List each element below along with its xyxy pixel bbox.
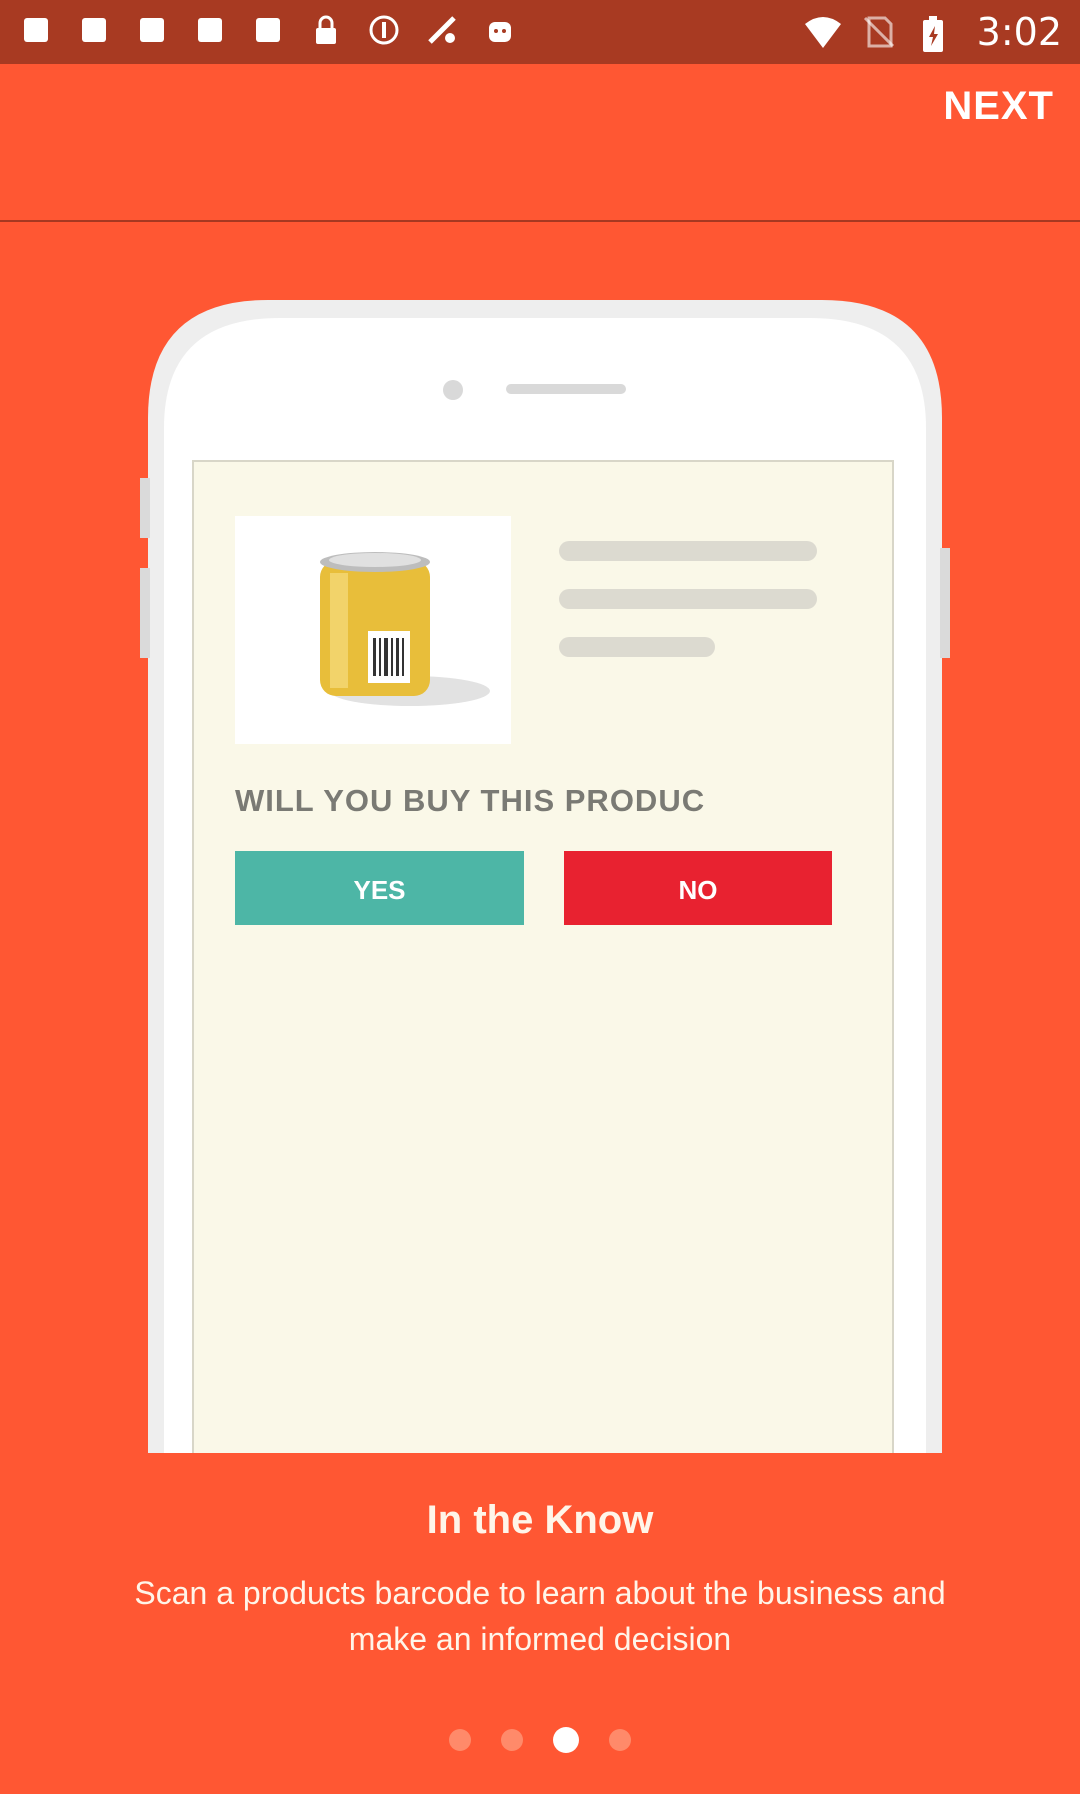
- yes-label: YES: [353, 875, 405, 905]
- speaker: [506, 384, 626, 394]
- notification-icon: [192, 12, 228, 48]
- notification-icon: [134, 12, 170, 48]
- onboarding-description: Scan a products barcode to learn about t…: [134, 1575, 946, 1657]
- status-time: 3:02: [976, 10, 1062, 54]
- privacy-icon: [366, 12, 402, 48]
- page-dot[interactable]: [501, 1729, 523, 1751]
- no-sim-icon: [861, 14, 897, 50]
- wifi-icon: [803, 14, 841, 50]
- question-text: WILL YOU BUY THIS PRODUC: [235, 783, 705, 818]
- onboarding-title: In the Know: [426, 1498, 654, 1542]
- next-button[interactable]: NEXT: [943, 84, 1054, 129]
- page-dot[interactable]: [609, 1729, 631, 1751]
- lock-icon: [308, 12, 344, 48]
- onboarding-top-bar: [0, 64, 1080, 222]
- page-indicator[interactable]: [440, 1722, 640, 1758]
- notification-icon: [76, 12, 112, 48]
- fake-gps-icon: [424, 12, 460, 48]
- no-label: NO: [679, 875, 718, 905]
- status-bar: 3:02: [0, 0, 1080, 64]
- status-bar-right-icons: 3:02: [803, 10, 1062, 54]
- notification-icon: [18, 12, 54, 48]
- page-dot-active[interactable]: [553, 1727, 579, 1753]
- battery-charging-icon: [919, 14, 955, 52]
- camera-dot: [443, 380, 463, 400]
- page-dot[interactable]: [449, 1729, 471, 1751]
- notification-icon: [250, 12, 286, 48]
- status-bar-left-icons: [18, 12, 518, 48]
- android-icon: [482, 12, 518, 48]
- onboarding-illustration: WILL YOU BUY THIS PRODUC YES NO: [140, 298, 950, 1462]
